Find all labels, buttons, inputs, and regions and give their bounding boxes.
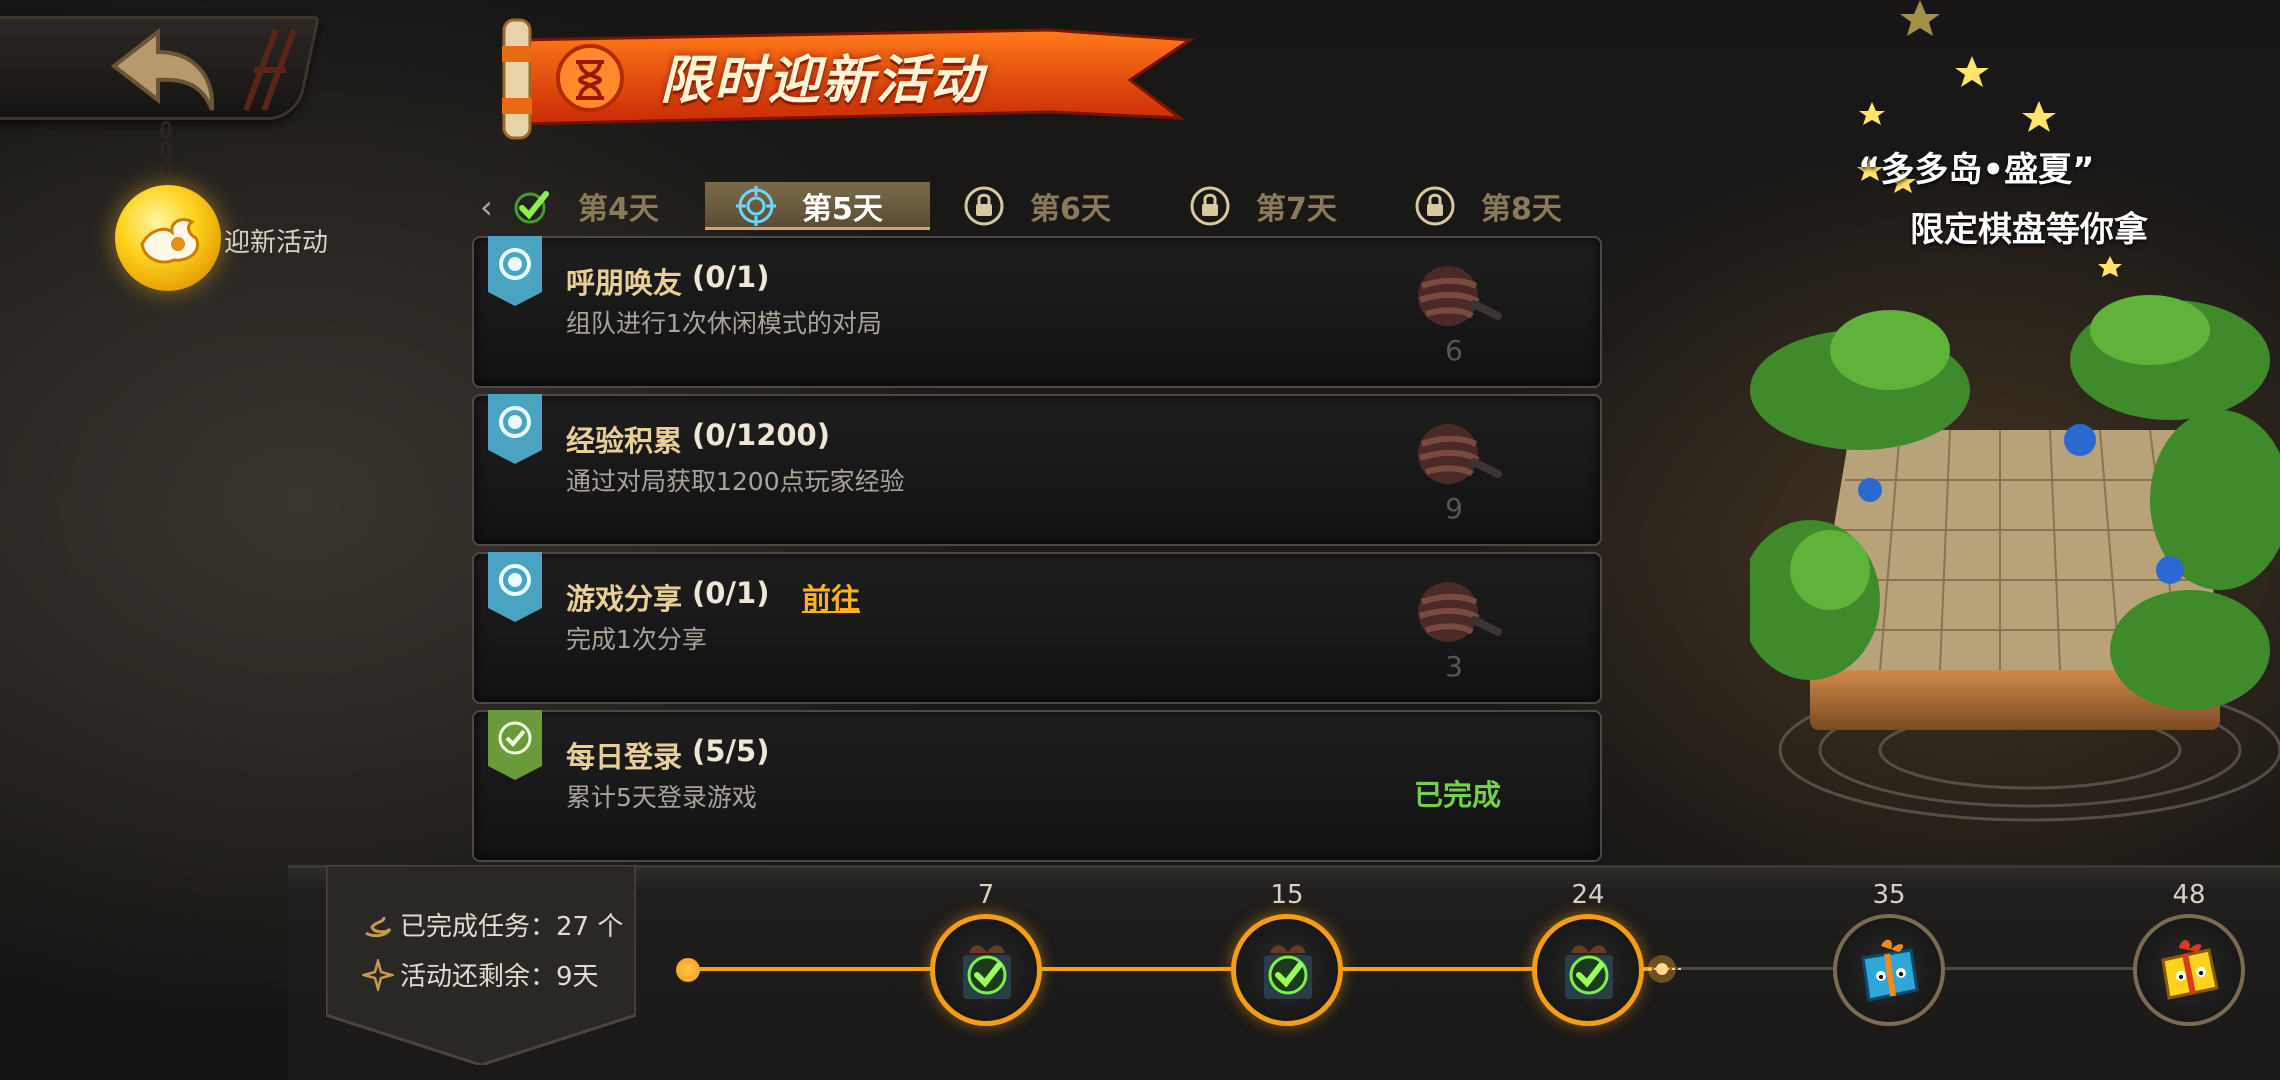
sparkle-icon <box>362 958 394 991</box>
tab-day-5[interactable]: 第5天 <box>736 182 883 230</box>
progress-start-dot <box>676 958 700 982</box>
promo-title: “多多岛•盛夏” <box>1858 150 2095 190</box>
tab-day-8[interactable]: 第8天 <box>1415 182 1562 230</box>
chain-icon <box>160 120 172 180</box>
milestone-value: 35 <box>1872 880 1906 910</box>
ornament-icon <box>243 28 297 112</box>
task-progress: (0/1) <box>692 260 770 294</box>
task-pending-ribbon-icon <box>488 552 542 622</box>
reward-count: 9 <box>1445 492 1463 525</box>
claimed-chest-icon <box>1565 945 1613 999</box>
milestone-value: 24 <box>1571 880 1605 910</box>
hourglass-icon <box>576 60 604 100</box>
tabs-prev-chevron-icon[interactable]: ‹ <box>480 188 493 226</box>
milestone-reward-claimed[interactable] <box>1532 914 1644 1026</box>
milestone-value: 48 <box>2172 880 2206 910</box>
claimed-chest-icon <box>1264 945 1312 999</box>
reward-ball-icon <box>1418 266 1502 326</box>
tab-label: 第4天 <box>578 192 659 227</box>
task-swirl-icon <box>365 916 392 937</box>
back-arrow-icon[interactable] <box>108 26 226 116</box>
milestone-reward-claimed[interactable] <box>930 914 1042 1026</box>
tab-label: 第8天 <box>1481 192 1562 227</box>
milestone-value: 15 <box>1270 880 1304 910</box>
tab-label: 第5天 <box>802 192 883 227</box>
task-title: 游戏分享 <box>566 582 683 616</box>
tab-label: 第7天 <box>1256 192 1337 227</box>
task-progress: (0/1) <box>692 576 770 610</box>
tab-day-7[interactable]: 第7天 <box>1190 182 1337 230</box>
reward-ball-icon <box>1418 424 1502 484</box>
task-title: 经验积累 <box>566 424 683 458</box>
claimed-chest-icon <box>963 945 1011 999</box>
task-card: 呼朋唤友 (0/1) 组队进行1次休闲模式的对局 6 <box>472 236 1602 388</box>
tab-day-4[interactable]: 第4天 <box>512 182 659 230</box>
island-chessboard-image[interactable] <box>1750 270 2280 790</box>
completed-tasks-stat: 已完成任务：27 个 <box>362 906 623 943</box>
days-remaining-text: 活动还剩余：9天 <box>400 962 599 992</box>
progress-track-filled <box>686 967 1652 971</box>
blue-gift-box-icon <box>1861 939 1919 1002</box>
milestone-reward-claimed[interactable] <box>1231 914 1343 1026</box>
task-card: 经验积累 (0/1200) 通过对局获取1200点玩家经验 9 <box>472 394 1602 546</box>
target-icon <box>736 186 776 226</box>
reward-ball-icon <box>1418 582 1502 642</box>
check-icon <box>514 191 549 224</box>
task-description: 完成1次分享 <box>566 625 707 654</box>
task-pending-ribbon-icon <box>488 394 542 464</box>
lock-icon <box>1190 186 1230 226</box>
task-description: 累计5天登录游戏 <box>566 783 757 812</box>
milestone-value: 7 <box>977 880 995 910</box>
days-remaining-stat: 活动还剩余：9天 <box>362 956 599 993</box>
task-progress: (5/5) <box>692 734 770 768</box>
flame-icon <box>140 218 199 264</box>
completed-label: 已完成 <box>1414 778 1502 812</box>
tab-day-6[interactable]: 第6天 <box>964 182 1111 230</box>
lock-icon <box>1415 186 1455 226</box>
promo-subtitle: 限定棋盘等你拿 <box>1910 210 2148 250</box>
page-title: 限时迎新活动 <box>660 52 985 110</box>
reward-count: 6 <box>1445 334 1463 367</box>
task-pending-ribbon-icon <box>488 236 542 306</box>
task-title: 每日登录 <box>566 740 683 774</box>
tab-label: 第6天 <box>1030 192 1111 227</box>
go-link[interactable]: 前往 <box>802 576 860 618</box>
task-card: 游戏分享 (0/1) 前往 完成1次分享 3 <box>472 552 1602 704</box>
gold-gift-box-icon <box>2161 939 2219 1000</box>
reward-count: 3 <box>1445 650 1463 683</box>
completed-tasks-text: 已完成任务：27 个 <box>400 912 624 942</box>
milestone-reward-locked[interactable] <box>1833 914 1945 1026</box>
task-card: 每日登录 (5/5) 累计5天登录游戏 已完成 <box>472 710 1602 862</box>
task-description: 组队进行1次休闲模式的对局 <box>566 309 882 338</box>
side-activity-label[interactable]: 迎新活动 <box>224 222 328 259</box>
milestone-reward-locked[interactable] <box>2133 914 2245 1026</box>
task-description: 通过对局获取1200点玩家经验 <box>566 467 905 496</box>
task-progress: (0/1200) <box>692 418 830 452</box>
task-completed-ribbon-icon <box>488 710 542 780</box>
task-title: 呼朋唤友 <box>566 266 683 300</box>
lock-icon <box>964 186 1004 226</box>
